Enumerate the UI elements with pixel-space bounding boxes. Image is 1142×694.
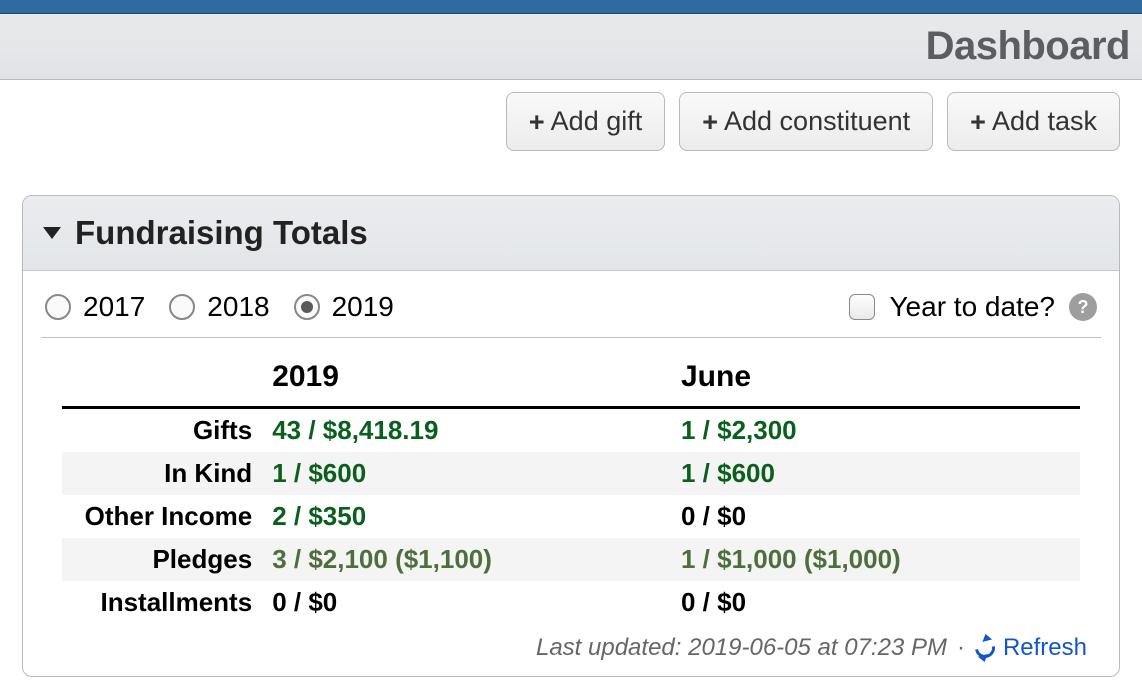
refresh-label: Refresh	[1003, 634, 1087, 662]
caret-down-icon	[43, 227, 61, 239]
radio-icon	[169, 294, 195, 320]
table-row: Installments0 / $00 / $0	[62, 581, 1080, 624]
ytd-label: Year to date?	[889, 291, 1055, 323]
row-label: Other Income	[62, 495, 262, 538]
add-task-label: Add task	[992, 106, 1097, 137]
last-updated-text: Last updated: 2019-06-05 at 07:23 PM	[536, 634, 947, 662]
row-period-value: 0 / $0	[671, 581, 1080, 624]
panel-footer: Last updated: 2019-06-05 at 07:23 PM · R…	[41, 624, 1101, 668]
fundraising-totals-panel: Fundraising Totals 2017 2018 2019 Year to …	[22, 195, 1120, 677]
radio-icon	[294, 294, 320, 320]
row-label: Gifts	[62, 408, 262, 453]
row-year-value: 2 / $350	[262, 495, 671, 538]
year-radio-2017[interactable]: 2017	[45, 291, 145, 323]
row-year-value: 43 / $8,418.19	[262, 408, 671, 453]
window-top-bar	[0, 0, 1142, 14]
row-year-value: 1 / $600	[262, 452, 671, 495]
row-period-value: 1 / $600	[671, 452, 1080, 495]
row-label: Pledges	[62, 538, 262, 581]
table-header-period: June	[671, 352, 1080, 408]
table-row: Other Income2 / $3500 / $0	[62, 495, 1080, 538]
row-year-value: 0 / $0	[262, 581, 671, 624]
table-row: Gifts43 / $8,418.191 / $2,300	[62, 408, 1080, 453]
year-radio-label: 2019	[332, 291, 394, 323]
refresh-link[interactable]: Refresh	[975, 634, 1087, 662]
row-period-value: 1 / $2,300	[671, 408, 1080, 453]
add-constituent-button[interactable]: + Add constituent	[679, 92, 933, 151]
table-header-blank	[62, 352, 262, 408]
help-icon[interactable]: ?	[1069, 293, 1097, 321]
page-title: Dashboard	[926, 24, 1130, 69]
add-constituent-label: Add constituent	[724, 106, 910, 137]
add-gift-label: Add gift	[551, 106, 643, 137]
table-row: In Kind1 / $6001 / $600	[62, 452, 1080, 495]
panel-controls: 2017 2018 2019 Year to date? ?	[41, 287, 1101, 338]
add-task-button[interactable]: + Add task	[947, 92, 1120, 151]
panel-title: Fundraising Totals	[75, 214, 368, 252]
quick-actions: + Add gift + Add constituent + Add task	[0, 80, 1142, 165]
table-header-year: 2019	[262, 352, 671, 408]
year-radio-label: 2018	[207, 291, 269, 323]
year-radio-group: 2017 2018 2019	[45, 291, 394, 323]
table-row: Pledges3 / $2,100 ($1,100)1 / $1,000 ($1…	[62, 538, 1080, 581]
row-period-value: 1 / $1,000 ($1,000)	[671, 538, 1080, 581]
year-radio-2019[interactable]: 2019	[294, 291, 394, 323]
year-radio-2018[interactable]: 2018	[169, 291, 269, 323]
row-label: In Kind	[62, 452, 262, 495]
panel-body: 2017 2018 2019 Year to date? ? 2019 June G…	[23, 271, 1119, 676]
ytd-toggle-group: Year to date? ?	[849, 291, 1097, 323]
separator-dot: ·	[957, 634, 965, 662]
ytd-checkbox[interactable]	[849, 294, 875, 320]
totals-table: 2019 June Gifts43 / $8,418.191 / $2,300I…	[62, 352, 1080, 624]
panel-header[interactable]: Fundraising Totals	[23, 196, 1119, 271]
page-header: Dashboard	[0, 14, 1142, 80]
row-year-value: 3 / $2,100 ($1,100)	[262, 538, 671, 581]
refresh-icon	[971, 634, 999, 662]
row-label: Installments	[62, 581, 262, 624]
year-radio-label: 2017	[83, 291, 145, 323]
radio-icon	[45, 294, 71, 320]
row-period-value: 0 / $0	[671, 495, 1080, 538]
add-gift-button[interactable]: + Add gift	[506, 92, 665, 151]
